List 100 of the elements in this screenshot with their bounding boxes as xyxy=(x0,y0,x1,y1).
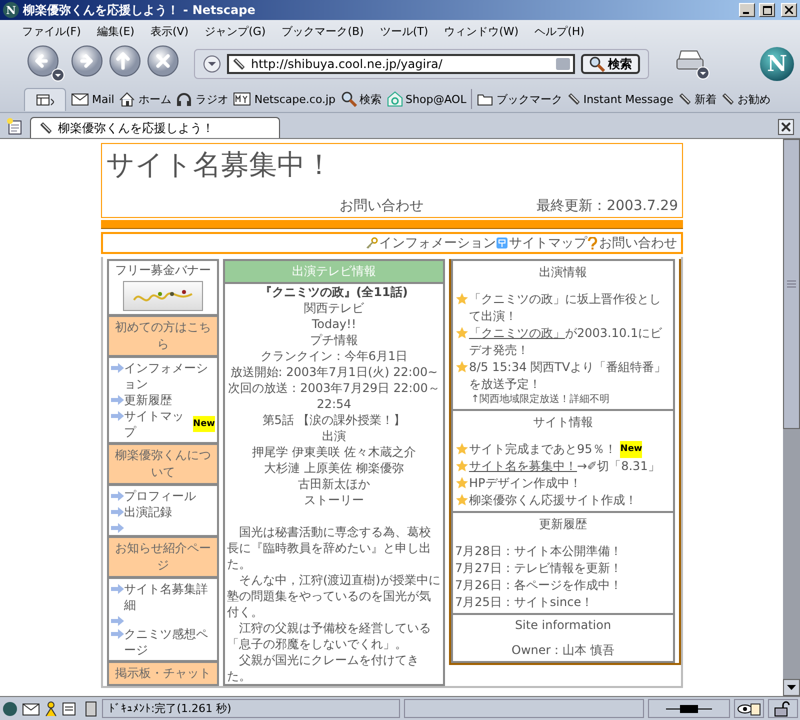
toolbar-link[interactable]: ラジオ xyxy=(176,92,228,106)
status-text: ﾄﾞｷｭﾒﾝﾄ:完了(1.261 秒) xyxy=(102,699,400,718)
scrollbar[interactable] xyxy=(783,139,800,696)
toolbar-link[interactable]: Instant Message xyxy=(567,92,674,106)
info-line: Today!! xyxy=(310,316,358,332)
close-icon xyxy=(781,122,791,132)
arrow-icon xyxy=(111,491,124,501)
star-icon xyxy=(455,442,469,456)
news-text: サイト完成まであと95％！ xyxy=(469,441,616,458)
close-icon xyxy=(785,6,793,14)
connection-icon xyxy=(666,704,712,714)
scroll-down-button[interactable] xyxy=(783,679,800,696)
sidebar-link[interactable]: プロフィール xyxy=(124,488,196,504)
minimize-button[interactable] xyxy=(739,3,755,17)
url-field[interactable]: http://shibuya.cool.ne.jp/yagira/ xyxy=(227,54,575,74)
link-icon xyxy=(721,92,734,106)
maximize-button[interactable] xyxy=(759,3,775,17)
section-heading: 出演情報 xyxy=(538,264,588,281)
question-icon xyxy=(587,236,598,250)
sidebar-link[interactable]: サイト名募集詳細 xyxy=(124,581,215,613)
contact-link[interactable]: お問い合わせ xyxy=(106,197,537,215)
key-icon xyxy=(366,237,378,249)
search-button[interactable]: 検索 xyxy=(581,54,640,74)
sidebar-link[interactable]: クニミツ感想ページ xyxy=(124,626,215,658)
menu-item[interactable]: ウィンドウ(W) xyxy=(436,24,527,38)
toolbar-link[interactable]: ホーム xyxy=(119,92,172,106)
info-line: ストーリー xyxy=(303,492,365,508)
sidebar-tab[interactable] xyxy=(24,88,66,110)
back-button[interactable] xyxy=(26,44,66,84)
eye-icon[interactable] xyxy=(737,702,761,716)
toolbar-link[interactable]: Mail xyxy=(71,92,114,106)
menu-heading: 初めての方はこちら xyxy=(109,317,217,355)
info-line: 古田新太ほか xyxy=(297,476,371,492)
story-paragraph: 国光は秘書活動に専念する為、葛校長に『臨時教員を辞めたい』と申し出た。 xyxy=(226,524,432,572)
arrow-icon xyxy=(111,363,124,373)
navigator-icon[interactable] xyxy=(2,700,18,716)
menu-item[interactable]: ジャンプ(G) xyxy=(196,24,274,38)
info-line: 関西テレビ xyxy=(303,300,365,316)
sidebar-link[interactable]: 出演記録 xyxy=(124,504,172,520)
toolbar-link[interactable]: 新着 xyxy=(678,92,716,106)
new-badge: New xyxy=(620,441,642,458)
show-title: 『クニミツの政』(全11話) xyxy=(259,284,409,300)
search-icon xyxy=(340,91,357,107)
arrow-icon xyxy=(111,616,124,626)
person-icon[interactable] xyxy=(44,700,58,716)
new-badge: New xyxy=(193,416,215,432)
star-icon xyxy=(455,326,469,340)
scroll-thumb[interactable] xyxy=(783,139,800,429)
menu-item[interactable]: ブックマーク(B) xyxy=(274,24,372,38)
news-link[interactable]: サイト名を募集中！ xyxy=(469,459,577,473)
toolbar-link[interactable]: お勧め xyxy=(721,92,770,106)
section-heading: 更新履歴 xyxy=(538,516,588,533)
menu-item[interactable]: ファイル(F) xyxy=(14,24,89,38)
menu-item[interactable]: 表示(V) xyxy=(142,24,197,38)
lock-icon[interactable] xyxy=(774,700,792,716)
info-line: プチ情報 xyxy=(309,332,359,348)
grip-icon xyxy=(787,280,796,288)
info-line: 放送開始: 2003年7月1日(火) 22:00~ xyxy=(229,364,439,380)
new-tab-icon[interactable] xyxy=(6,117,24,135)
nav-link[interactable]: お問い合わせ xyxy=(599,234,677,252)
envelope-icon[interactable] xyxy=(22,702,40,716)
nav-link[interactable]: サイトマップ xyxy=(509,234,587,252)
down-arrow-icon xyxy=(787,685,796,690)
star-icon xyxy=(455,292,469,306)
close-tab-button[interactable] xyxy=(778,119,794,135)
close-button[interactable] xyxy=(781,3,797,17)
banner-drawing[interactable] xyxy=(123,281,203,311)
menu-item[interactable]: 編集(E) xyxy=(88,24,142,38)
history-entry: 7月28日：サイト本公開準備！ xyxy=(454,543,623,560)
app-logo: N xyxy=(3,2,19,18)
at-sign-icon xyxy=(386,91,403,107)
window-title: 柳楽優弥くんを応援しよう！ - Netscape xyxy=(23,2,256,18)
search-icon xyxy=(589,56,605,72)
story-paragraph: 父親が国光にクレームを付けてきた。 xyxy=(226,652,420,684)
news-text: 8/5 15:34 関西TVより「番組特番」を放送予定！ xyxy=(469,359,668,393)
news-link[interactable]: 「クニミツの政」 xyxy=(469,326,565,340)
toolbar-link[interactable]: Shop@AOL xyxy=(386,91,466,107)
notebook-icon[interactable] xyxy=(84,700,98,716)
section-heading: Site information xyxy=(514,617,612,634)
map-icon xyxy=(496,237,508,249)
news-text: サイト名を募集中！→✐切「8.31」 xyxy=(469,458,660,475)
toolbar-link[interactable]: Netscape.co.jp xyxy=(233,92,336,106)
arrow-icon xyxy=(111,523,124,533)
sidebar-link[interactable]: サイトマップ xyxy=(124,408,194,440)
news-text: 柳楽優弥くん応援サイト作成！ xyxy=(469,492,637,509)
sidebar-link[interactable]: 更新履歴 xyxy=(124,392,172,408)
dropdown-icon[interactable] xyxy=(203,55,221,73)
toolbar-link[interactable]: 検索 xyxy=(340,91,382,107)
history-entry: 7月25日：サイトsince！ xyxy=(454,594,594,611)
menu-heading: お知らせ紹介ページ xyxy=(109,538,217,576)
browser-tab[interactable]: 柳楽優弥くんを応援しよう！ xyxy=(30,117,280,138)
menu-item[interactable]: ツール(T) xyxy=(372,24,436,38)
nav-link[interactable]: インフォメーション xyxy=(379,234,496,252)
story-paragraph: そんな中，江狩(渡辺直樹)が授業中に塾の問題集をやっているのを国光が気付く。 xyxy=(226,572,442,620)
toolbar-link[interactable]: ブックマーク xyxy=(477,92,562,106)
headphones-icon xyxy=(176,92,192,106)
sidebar-link[interactable]: インフォメーション xyxy=(124,360,215,392)
menu-item[interactable]: ヘルプ(H) xyxy=(526,24,592,38)
info-line: 出演 xyxy=(321,428,347,444)
note-text: ↑関西地域限定放送！詳細不明 xyxy=(470,393,610,407)
